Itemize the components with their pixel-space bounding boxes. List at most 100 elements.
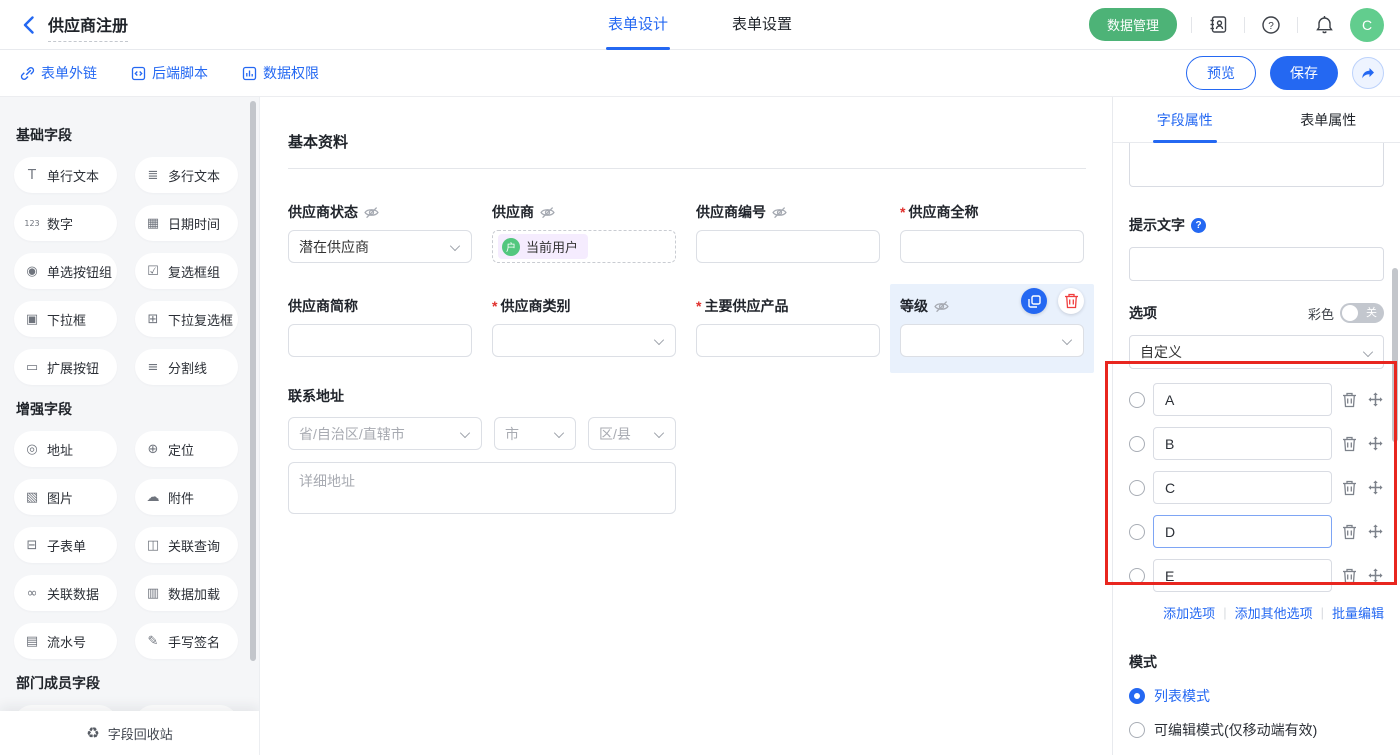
- avatar[interactable]: C: [1350, 8, 1384, 42]
- mode-option[interactable]: 可编辑模式(仅移动端有效): [1129, 720, 1384, 740]
- copy-field-button[interactable]: [1021, 288, 1047, 314]
- field-type-subform[interactable]: ⊟子表单: [14, 527, 117, 563]
- svg-text:?: ?: [1268, 21, 1274, 32]
- save-button[interactable]: 保存: [1270, 56, 1338, 90]
- address-detail-textarea[interactable]: 详细地址: [288, 462, 676, 514]
- mode-radio[interactable]: [1129, 688, 1145, 704]
- hint-text-input[interactable]: [1129, 247, 1384, 281]
- field-type-divider[interactable]: ≡分割线: [135, 349, 238, 385]
- field-type-location[interactable]: ⊕定位: [135, 431, 238, 467]
- option-value-input[interactable]: E: [1153, 559, 1332, 592]
- color-toggle[interactable]: 关: [1340, 303, 1384, 323]
- field-recycle-bin[interactable]: ♻ 字段回收站: [0, 711, 259, 755]
- field-type-signature[interactable]: ✎手写签名: [135, 623, 238, 659]
- field-type-address[interactable]: ◎地址: [14, 431, 117, 467]
- field-type-radio-group[interactable]: ◉单选按钮组: [14, 253, 117, 289]
- option-value-input[interactable]: C: [1153, 471, 1332, 504]
- option-radio[interactable]: [1129, 480, 1145, 496]
- field-label: *供应商类别: [492, 297, 676, 315]
- panel-clipped-input[interactable]: [1129, 143, 1384, 187]
- field-type-multi-line-text[interactable]: ≣多行文本: [135, 157, 238, 193]
- province-select[interactable]: 省/自治区/直辖市: [288, 417, 482, 450]
- field-type-dropdown[interactable]: ▣下拉框: [14, 301, 117, 337]
- option-radio[interactable]: [1129, 436, 1145, 452]
- link-icon: [20, 66, 35, 81]
- help-icon[interactable]: ?: [1191, 218, 1206, 233]
- header-tab-1[interactable]: 表单设计: [608, 0, 668, 50]
- option-source-select[interactable]: 自定义: [1129, 335, 1384, 369]
- panel-scrollbar[interactable]: [1392, 268, 1398, 442]
- field-input[interactable]: [696, 230, 880, 263]
- delete-option-icon[interactable]: [1342, 436, 1358, 452]
- link-batch-edit[interactable]: 批量编辑: [1332, 603, 1384, 622]
- notification-bell-icon[interactable]: [1312, 13, 1336, 37]
- field-select[interactable]: [492, 324, 676, 357]
- data-manage-button[interactable]: 数据管理: [1089, 8, 1177, 41]
- drag-option-icon[interactable]: [1368, 480, 1384, 496]
- field-select[interactable]: [900, 324, 1084, 357]
- form-field-等级: 等级: [890, 284, 1094, 373]
- link-add-other-option[interactable]: 添加其他选项: [1235, 603, 1313, 622]
- field-type-extend-button[interactable]: ▭扩展按钮: [14, 349, 117, 385]
- field-input[interactable]: [696, 324, 880, 357]
- header-tab-2[interactable]: 表单设置: [732, 0, 792, 50]
- option-value-input[interactable]: A: [1153, 383, 1332, 416]
- drag-option-icon[interactable]: [1368, 392, 1384, 408]
- properties-panel: 字段属性表单属性 提示文字 ? 选项 彩色 关 自定义: [1112, 97, 1400, 755]
- divider: |: [1223, 605, 1226, 620]
- preview-button[interactable]: 预览: [1186, 56, 1256, 90]
- field-type-attachment[interactable]: ☁附件: [135, 479, 238, 515]
- field-type-related-query[interactable]: ◫关联查询: [135, 527, 238, 563]
- share-button[interactable]: [1352, 57, 1384, 89]
- field-type-multi-dropdown[interactable]: ⊞下拉复选框: [135, 301, 238, 337]
- option-radio[interactable]: [1129, 392, 1145, 408]
- option-value-input[interactable]: B: [1153, 427, 1332, 460]
- panel-tab-2[interactable]: 表单属性: [1257, 97, 1400, 142]
- field-type-datetime[interactable]: ▦日期时间: [135, 205, 238, 241]
- contact-book-icon[interactable]: [1206, 13, 1230, 37]
- delete-option-icon[interactable]: [1342, 392, 1358, 408]
- toolbar-link-2[interactable]: 后端脚本: [131, 63, 208, 83]
- help-icon[interactable]: ?: [1259, 13, 1283, 37]
- back-button[interactable]: [18, 15, 38, 35]
- serial-number-icon: ▤: [24, 634, 40, 649]
- sidebar-scrollbar[interactable]: [250, 101, 256, 661]
- delete-field-button[interactable]: [1058, 288, 1084, 314]
- field-type-checkbox-group[interactable]: ☑复选框组: [135, 253, 238, 289]
- drag-option-icon[interactable]: [1368, 524, 1384, 540]
- delete-option-icon[interactable]: [1342, 524, 1358, 540]
- delete-option-icon[interactable]: [1342, 480, 1358, 496]
- option-radio[interactable]: [1129, 568, 1145, 584]
- field-type-label: 图片: [47, 488, 73, 507]
- field-type-number[interactable]: 123数字: [14, 205, 117, 241]
- drag-option-icon[interactable]: [1368, 436, 1384, 452]
- delete-option-icon[interactable]: [1342, 568, 1358, 584]
- option-radio[interactable]: [1129, 524, 1145, 540]
- field-type-label: 单选按钮组: [47, 262, 112, 281]
- field-type-label: 定位: [168, 440, 194, 459]
- field-label: 供应商简称: [288, 297, 472, 315]
- option-value-input[interactable]: D: [1153, 515, 1332, 548]
- field-user-tag-box[interactable]: 户当前用户: [492, 230, 676, 263]
- field-input[interactable]: [288, 324, 472, 357]
- drag-option-icon[interactable]: [1368, 568, 1384, 584]
- toolbar-link-3[interactable]: 数据权限: [242, 63, 319, 83]
- header: 供应商注册 表单设计表单设置 数据管理 ? C: [0, 0, 1400, 50]
- district-select[interactable]: 区/县: [588, 417, 676, 450]
- city-select[interactable]: 市: [494, 417, 576, 450]
- dropdown-icon: ▣: [24, 312, 40, 327]
- field-type-data-load[interactable]: ▥数据加载: [135, 575, 238, 611]
- link-add-option[interactable]: 添加选项: [1163, 603, 1215, 622]
- field-type-label: 子表单: [47, 536, 86, 555]
- field-type-image[interactable]: ▧图片: [14, 479, 117, 515]
- field-type-serial-number[interactable]: ▤流水号: [14, 623, 117, 659]
- field-type-single-line-text[interactable]: T单行文本: [14, 157, 117, 193]
- mode-radio[interactable]: [1129, 722, 1145, 738]
- toolbar-link-1[interactable]: 表单外链: [20, 63, 97, 83]
- mode-option[interactable]: 列表模式: [1129, 686, 1384, 706]
- field-input[interactable]: [900, 230, 1084, 263]
- field-type-related-data[interactable]: ∞关联数据: [14, 575, 117, 611]
- extend-button-icon: ▭: [24, 360, 40, 375]
- panel-tab-1[interactable]: 字段属性: [1113, 97, 1257, 142]
- field-select[interactable]: 潜在供应商: [288, 230, 472, 263]
